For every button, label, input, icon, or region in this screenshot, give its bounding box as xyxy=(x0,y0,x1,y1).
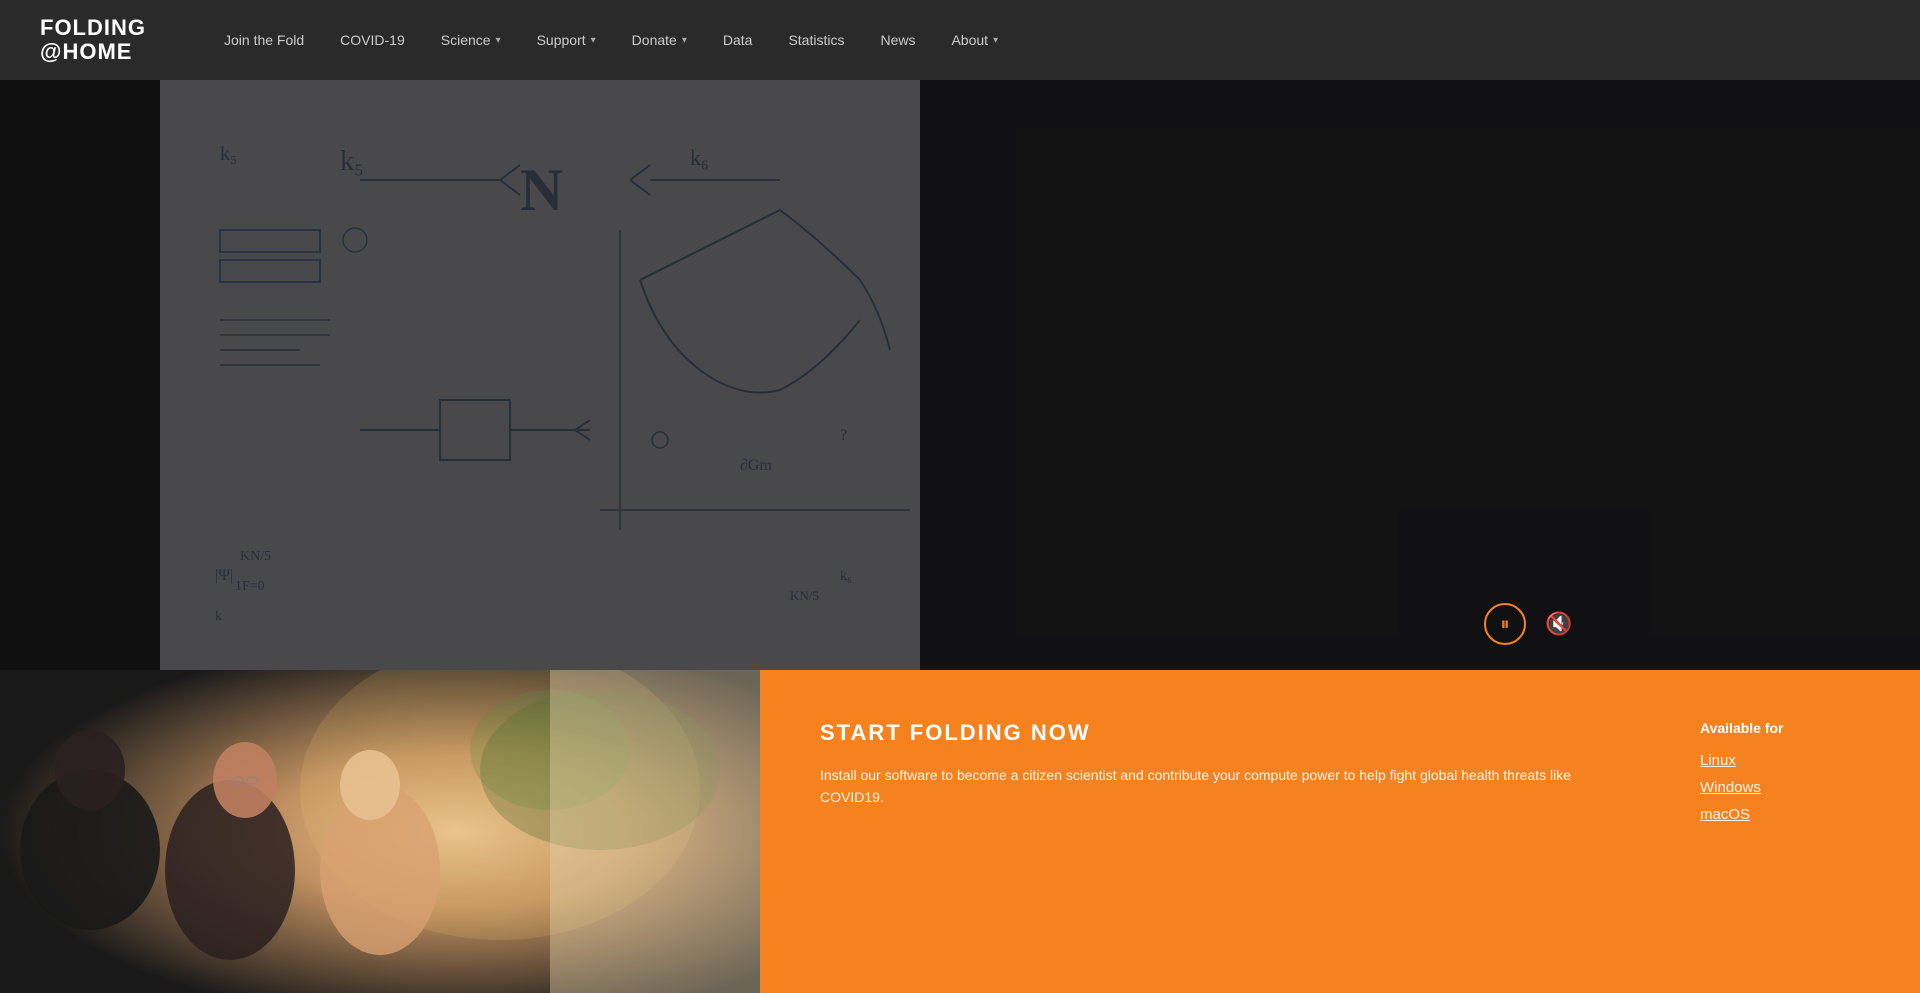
volume-mute-icon: 🔇 xyxy=(1545,611,1572,637)
nav-item-covid[interactable]: COVID-19 xyxy=(322,0,423,80)
pause-button[interactable]: ⏸ xyxy=(1484,603,1526,645)
logo-line2: @HOME xyxy=(40,40,146,64)
video-controls: ⏸ 🔇 xyxy=(1484,603,1580,645)
chevron-down-icon: ▾ xyxy=(993,35,998,46)
cta-description: Install our software to become a citizen… xyxy=(820,764,1620,809)
logo[interactable]: FOLDING @HOME xyxy=(40,16,146,64)
mute-button[interactable]: 🔇 xyxy=(1538,603,1580,645)
chevron-down-icon: ▾ xyxy=(591,35,596,46)
cta-link-linux[interactable]: Linux xyxy=(1700,752,1860,769)
cta-image xyxy=(0,670,760,993)
side-dark-right xyxy=(920,80,1920,670)
nav-item-news[interactable]: News xyxy=(862,0,933,80)
nav-item-join[interactable]: Join the Fold xyxy=(206,0,322,80)
cta-main: START FOLDING NOW Install our software t… xyxy=(820,720,1620,943)
cta-title: START FOLDING NOW xyxy=(820,720,1620,746)
logo-line1: FOLDING xyxy=(40,16,146,40)
cta-link-windows[interactable]: Windows xyxy=(1700,779,1860,796)
navbar: FOLDING @HOME Join the Fold COVID-19 Sci… xyxy=(0,0,1920,80)
chevron-down-icon: ▾ xyxy=(682,35,687,46)
pause-icon: ⏸ xyxy=(1501,614,1510,635)
cta-links: Available for Linux Windows macOS xyxy=(1700,720,1860,943)
nav-item-support[interactable]: Support ▾ xyxy=(519,0,614,80)
people-illustration xyxy=(0,670,760,993)
cta-link-macos[interactable]: macOS xyxy=(1700,806,1860,823)
chevron-down-icon: ▾ xyxy=(496,35,501,46)
hero-section: k₅ k₅ N k₆ xyxy=(0,80,1920,670)
side-dark-left xyxy=(0,80,160,670)
cta-content: START FOLDING NOW Install our software t… xyxy=(760,670,1920,993)
cta-available-label: Available for xyxy=(1700,720,1860,736)
nav-item-about[interactable]: About ▾ xyxy=(933,0,1016,80)
nav-item-statistics[interactable]: Statistics xyxy=(770,0,862,80)
nav-item-donate[interactable]: Donate ▾ xyxy=(614,0,705,80)
nav-menu: Join the Fold COVID-19 Science ▾ Support… xyxy=(206,0,1016,80)
cta-section: START FOLDING NOW Install our software t… xyxy=(0,670,1920,993)
nav-item-science[interactable]: Science ▾ xyxy=(423,0,519,80)
nav-item-data[interactable]: Data xyxy=(705,0,771,80)
